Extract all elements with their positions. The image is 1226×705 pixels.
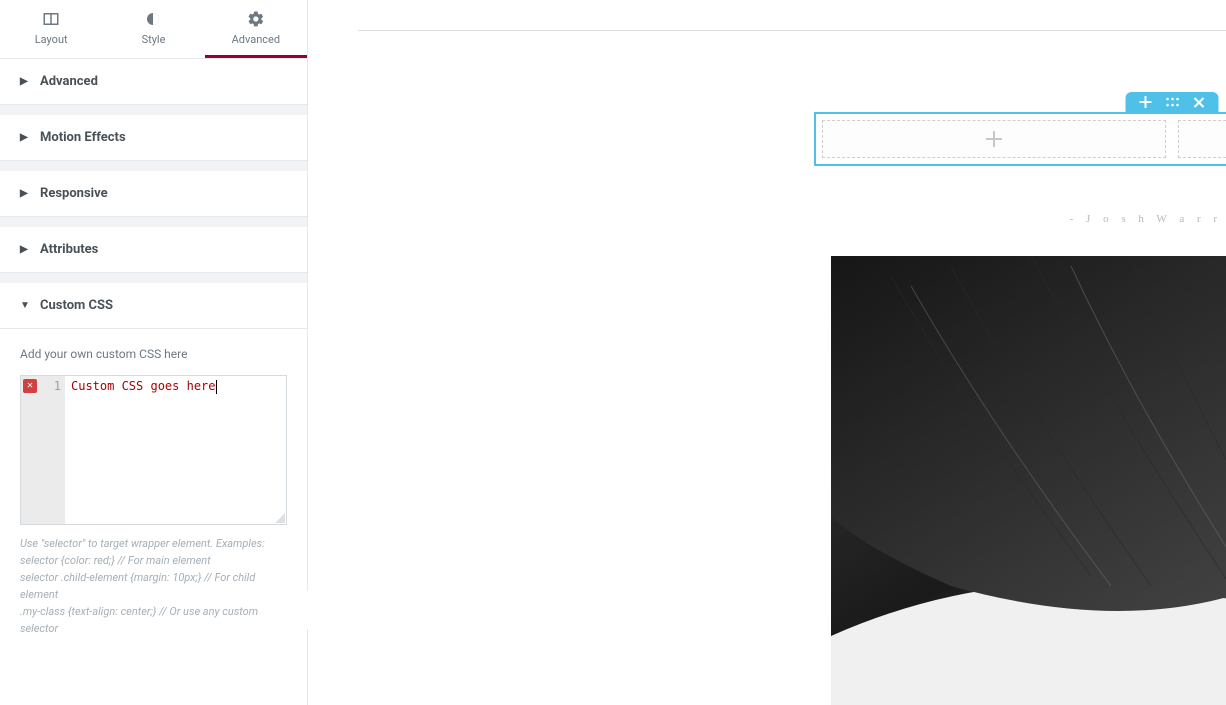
tab-style[interactable]: Style <box>102 0 204 58</box>
custom-css-editor[interactable]: ✕ 1 Custom CSS goes here <box>20 375 287 525</box>
section-divider <box>0 273 307 283</box>
section-motion-effects[interactable]: ▶ Motion Effects <box>0 115 307 161</box>
section-divider <box>0 217 307 227</box>
editor-canvas[interactable]: - J o s h W a r r e n - <box>308 0 1226 705</box>
columns-icon <box>42 10 60 28</box>
section-attributes[interactable]: ▶ Attributes <box>0 227 307 273</box>
section-custom-css-label: Custom CSS <box>40 298 113 313</box>
tab-advanced[interactable]: Advanced <box>205 0 307 58</box>
section-handle[interactable] <box>1126 92 1219 112</box>
section-columns <box>814 112 1226 166</box>
section-advanced[interactable]: ▶ Advanced <box>0 59 307 105</box>
resize-handle-icon[interactable] <box>275 513 285 523</box>
section-advanced-label: Advanced <box>40 74 98 89</box>
caret-right-icon: ▶ <box>20 188 30 199</box>
tab-style-label: Style <box>142 33 166 46</box>
help-line-4: .my-class {text-align: center;} // Or us… <box>20 603 287 637</box>
tab-layout-label: Layout <box>35 33 68 46</box>
custom-css-body: Add your own custom CSS here ✕ 1 Custom … <box>0 329 307 535</box>
help-line-3: selector .child-element {margin: 10px;} … <box>20 569 287 603</box>
drag-handle-icon[interactable] <box>1166 97 1180 107</box>
section-motion-effects-label: Motion Effects <box>40 130 126 145</box>
canvas-divider <box>358 30 1226 31</box>
caret-right-icon: ▶ <box>20 76 30 87</box>
add-section-icon[interactable] <box>1140 96 1152 108</box>
custom-css-hint: Add your own custom CSS here <box>20 347 287 361</box>
help-line-2: selector {color: red;} // For main eleme… <box>20 552 287 569</box>
caret-right-icon: ▶ <box>20 244 30 255</box>
gear-icon <box>247 10 265 28</box>
tab-advanced-label: Advanced <box>232 33 280 46</box>
text-cursor <box>216 380 217 394</box>
help-line-1: Use "selector" to target wrapper element… <box>20 535 287 552</box>
code-gutter: ✕ 1 <box>21 376 65 524</box>
caret-right-icon: ▶ <box>20 132 30 143</box>
column-dropzone-2[interactable] <box>1178 120 1226 158</box>
column-dropzone-1[interactable] <box>822 120 1166 158</box>
error-badge-icon: ✕ <box>23 379 37 393</box>
hero-image <box>831 256 1226 705</box>
section-attributes-label: Attributes <box>40 242 98 257</box>
section-custom-css[interactable]: ▼ Custom CSS <box>0 283 307 329</box>
panel-tabs: Layout Style Advanced <box>0 0 307 59</box>
selected-section[interactable] <box>814 112 1226 166</box>
close-section-icon[interactable] <box>1194 97 1205 108</box>
section-divider <box>0 161 307 171</box>
section-responsive[interactable]: ▶ Responsive <box>0 171 307 217</box>
style-icon <box>144 10 162 28</box>
code-text: Custom CSS goes here <box>71 379 216 393</box>
line-number: 1 <box>54 379 61 393</box>
caret-down-icon: ▼ <box>20 300 30 311</box>
code-line[interactable]: Custom CSS goes here <box>65 376 223 524</box>
author-caption: - J o s h W a r r e n - <box>814 213 1226 225</box>
section-responsive-label: Responsive <box>40 186 108 201</box>
tab-layout[interactable]: Layout <box>0 0 102 58</box>
custom-css-help: Use "selector" to target wrapper element… <box>0 535 307 657</box>
editor-sidebar: Layout Style Advanced ▶ Advanced ▶ Motio… <box>0 0 308 705</box>
section-divider <box>0 105 307 115</box>
